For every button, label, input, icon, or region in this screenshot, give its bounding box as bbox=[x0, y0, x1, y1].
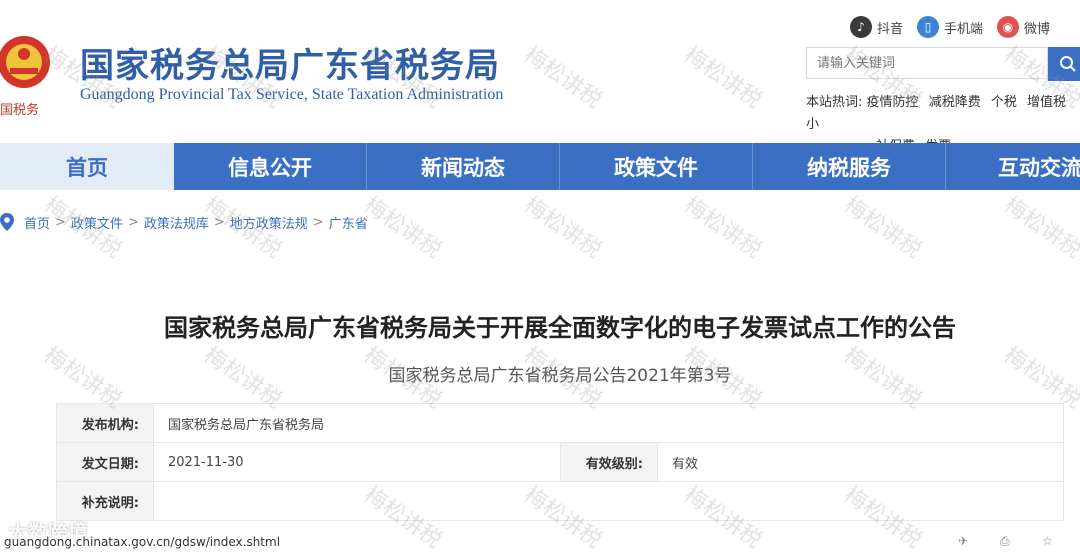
site-header: 国税务 国家税务总局广东省税务局 Guangdong Provincial Ta… bbox=[0, 0, 1080, 154]
mobile-label: 手机端 bbox=[944, 21, 984, 37]
document-number: 国家税务总局广东省税务局公告2021年第3号 bbox=[388, 366, 732, 386]
douyin-label: 抖音 bbox=[877, 21, 904, 37]
hot-word[interactable]: 个税 bbox=[991, 95, 1017, 110]
search-icon bbox=[1060, 56, 1076, 72]
breadcrumb-policy-library[interactable]: 政策法规库 bbox=[144, 213, 209, 232]
weibo-label: 微博 bbox=[1024, 21, 1051, 37]
validity-label: 有效级别: bbox=[560, 442, 658, 482]
douyin-icon: ♪ bbox=[850, 16, 872, 38]
table-row: 补充说明: bbox=[56, 481, 1064, 521]
document-meta-table: 发布机构: 国家税务总局广东省税务局 发文日期: 2021-11-30 有效级别… bbox=[56, 403, 1064, 521]
site-subtitle-en: Guangdong Provincial Tax Service, State … bbox=[80, 86, 504, 103]
national-emblem-logo: 国税务 bbox=[0, 36, 50, 118]
search-button[interactable] bbox=[1048, 47, 1080, 81]
breadcrumb-separator: > bbox=[213, 214, 225, 230]
hot-word[interactable]: 减税降费 bbox=[929, 95, 981, 110]
breadcrumb-separator: > bbox=[55, 214, 66, 230]
breadcrumb-separator: > bbox=[127, 214, 139, 230]
douyin-link[interactable]: ♪ 抖音 bbox=[850, 16, 903, 38]
top-links: ♪ 抖音 ▯ 手机端 ◉ 微博 bbox=[850, 14, 1050, 40]
date-label: 发文日期: bbox=[56, 442, 154, 482]
watermark: 梅松讲税 bbox=[679, 192, 766, 264]
hot-word[interactable]: 增值税 bbox=[1027, 95, 1066, 110]
article-title: 国家税务总局广东省税务局关于开展全面数字化的电子发票试点工作的公告 bbox=[164, 314, 956, 342]
watermark: 梅松讲税 bbox=[839, 192, 926, 264]
breadcrumb-home[interactable]: 首页 bbox=[24, 213, 50, 232]
nav-info-public[interactable]: 信息公开 bbox=[174, 143, 367, 190]
page-tools: ✈ ⎙ ☆ bbox=[958, 534, 1056, 548]
breadcrumb-guangdong[interactable]: 广东省 bbox=[329, 213, 368, 232]
print-icon[interactable]: ⎙ bbox=[1000, 534, 1014, 548]
weibo-icon: ◉ bbox=[997, 16, 1020, 38]
nav-interaction[interactable]: 互动交流 bbox=[946, 143, 1080, 190]
hot-word[interactable]: 小 bbox=[806, 117, 819, 132]
breadcrumb-separator: > bbox=[312, 214, 324, 230]
note-label: 补充说明: bbox=[56, 481, 154, 521]
table-row: 发布机构: 国家税务总局广东省税务局 bbox=[56, 403, 1064, 443]
nav-home[interactable]: 首页 bbox=[0, 143, 174, 190]
location-pin-icon bbox=[0, 213, 14, 231]
nav-tax-service[interactable]: 纳税服务 bbox=[753, 143, 946, 190]
mobile-link[interactable]: ▯ 手机端 bbox=[917, 16, 983, 38]
site-title[interactable]: 国家税务总局广东省税务局 bbox=[80, 38, 500, 87]
breadcrumb-policy[interactable]: 政策文件 bbox=[71, 213, 123, 232]
share-icon[interactable]: ✈ bbox=[958, 534, 972, 548]
breadcrumb: 首页 > 政策文件 > 政策法规库 > 地方政策法规 > 广东省 bbox=[0, 210, 368, 234]
weibo-link[interactable]: ◉ 微博 bbox=[997, 16, 1050, 38]
nav-policy[interactable]: 政策文件 bbox=[560, 143, 753, 190]
star-icon[interactable]: ☆ bbox=[1042, 534, 1056, 548]
hot-word[interactable]: 疫情防控 bbox=[867, 95, 919, 110]
watermark: 梅松讲税 bbox=[519, 192, 606, 264]
mobile-icon: ▯ bbox=[917, 16, 940, 38]
date-value: 2021-11-30 bbox=[153, 442, 561, 482]
publisher-value: 国家税务总局广东省税务局 bbox=[153, 403, 1064, 443]
search-input[interactable] bbox=[806, 47, 1048, 79]
status-bar-url: guangdong.chinatax.gov.cn/gdsw/index.sht… bbox=[0, 535, 285, 549]
validity-value: 有效 bbox=[657, 442, 1064, 482]
nav-news[interactable]: 新闻动态 bbox=[367, 143, 560, 190]
watermark: 梅松讲税 bbox=[999, 192, 1080, 264]
main-nav: 首页 信息公开 新闻动态 政策文件 纳税服务 互动交流 bbox=[0, 143, 1080, 190]
table-row: 发文日期: 2021-11-30 有效级别: 有效 bbox=[56, 442, 1064, 482]
svg-text:国税务: 国税务 bbox=[0, 102, 39, 118]
watermark: 梅松讲税 bbox=[359, 192, 446, 264]
note-value bbox=[153, 481, 1064, 521]
hot-words-label: 本站热词: bbox=[806, 95, 863, 110]
breadcrumb-local-policy[interactable]: 地方政策法规 bbox=[230, 213, 308, 232]
publisher-label: 发布机构: bbox=[56, 403, 154, 443]
